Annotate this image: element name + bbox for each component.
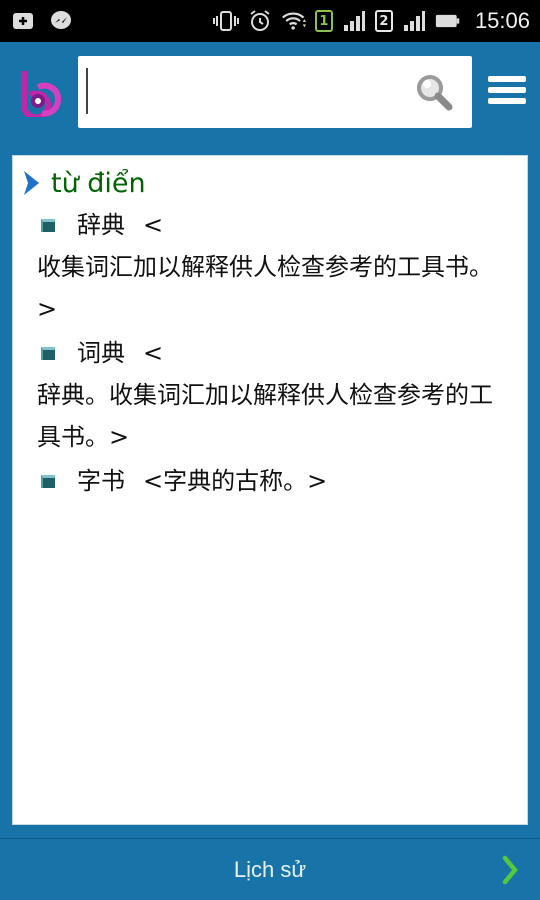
history-button[interactable]: Lịch sử	[0, 857, 540, 883]
bullet-icon	[41, 346, 55, 360]
result-panel: từ điển 辞典 < 收集词汇加以解释供人检查参考的工具书。> 词典 < 辞…	[12, 155, 528, 825]
headword-row: từ điển	[21, 164, 517, 202]
search-icon[interactable]	[414, 72, 454, 112]
entry-inline-definition: <字典的古称。>	[143, 467, 328, 495]
entry-3: 字书 <字典的古称。>	[21, 460, 517, 502]
signal-sim1-icon	[341, 8, 367, 34]
headword: từ điển	[51, 167, 146, 199]
signal-sim2-icon	[401, 8, 427, 34]
entry-word: 词典	[77, 339, 125, 367]
entry-definition: 收集词汇加以解释供人检查参考的工具书。>	[37, 253, 493, 323]
status-clock: 15:06	[474, 8, 530, 33]
app-logo-icon	[16, 67, 64, 121]
app-bar	[0, 42, 540, 142]
bottom-bar: Lịch sử	[0, 838, 540, 900]
entry-word: 辞典	[77, 211, 125, 239]
entry-definition: 辞典。收集词汇加以解释供人检查参考的工具书。>	[37, 381, 493, 451]
sim2-badge: 2	[374, 10, 393, 32]
entry-2: 词典 < 辞典。收集词汇加以解释供人检查参考的工具书。>	[21, 332, 517, 458]
messenger-icon	[48, 8, 74, 34]
add-notification-icon	[10, 8, 36, 34]
search-input[interactable]	[86, 68, 406, 114]
bullet-icon	[41, 218, 55, 232]
menu-bar-top	[488, 76, 526, 82]
bullet-icon	[41, 474, 55, 488]
entry-open-bracket: <	[143, 339, 164, 367]
entry-1: 辞典 < 收集词汇加以解释供人检查参考的工具书。>	[21, 204, 517, 330]
entry-word: 字书	[77, 467, 125, 495]
battery-icon	[435, 8, 461, 34]
menu-bar-middle	[488, 87, 526, 93]
status-bar: 1 2 15:06	[0, 0, 540, 42]
alarm-icon	[247, 8, 273, 34]
sim1-badge: 1	[314, 10, 333, 32]
entry-head: 字书 <字典的古称。>	[21, 460, 517, 502]
vibrate-icon	[212, 8, 239, 34]
search-box	[78, 56, 472, 128]
entry-head: 辞典 <	[21, 204, 517, 246]
next-arrow-icon[interactable]	[502, 855, 518, 885]
chevron-right-icon	[24, 171, 39, 195]
entry-head: 词典 <	[21, 332, 517, 374]
menu-button[interactable]	[488, 76, 526, 108]
menu-bar-bottom	[488, 98, 526, 104]
wifi-icon	[281, 8, 307, 34]
entry-open-bracket: <	[143, 211, 164, 239]
